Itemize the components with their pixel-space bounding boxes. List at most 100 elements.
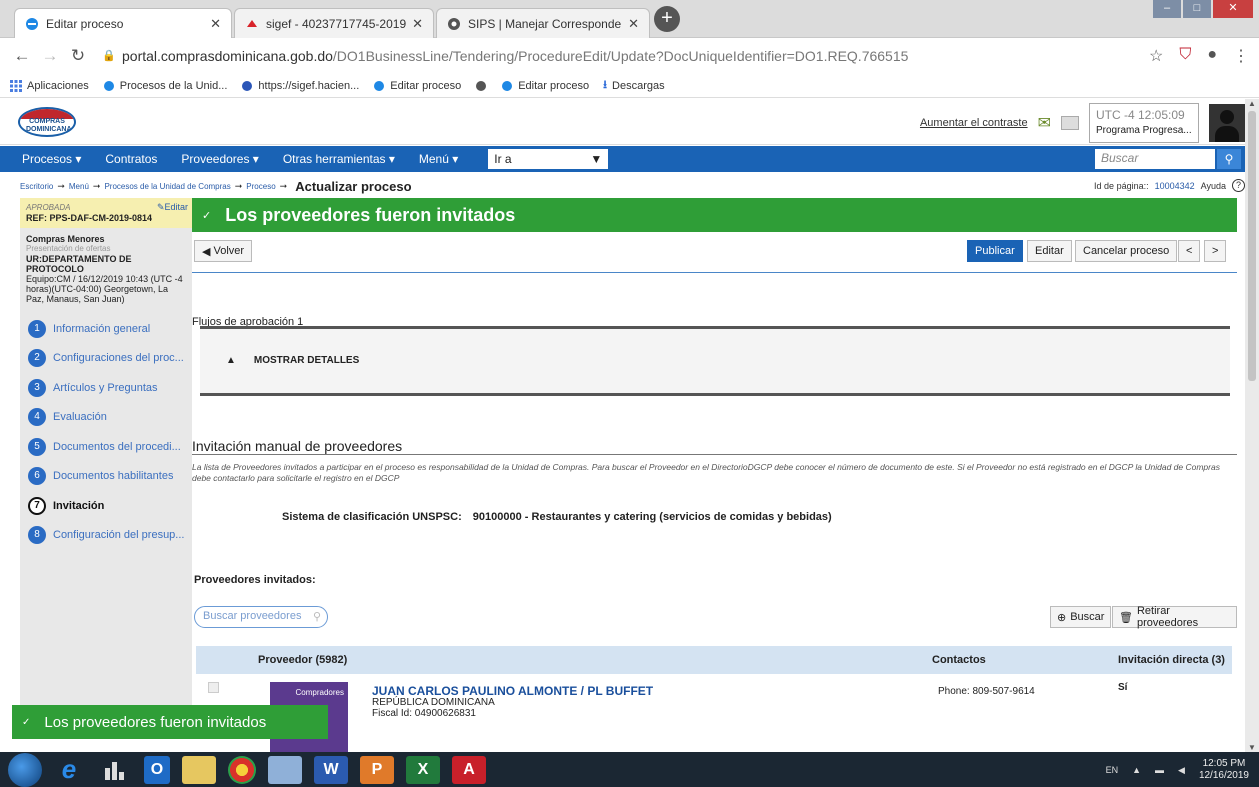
nav-proveedores[interactable]: Proveedores ▾ bbox=[181, 152, 258, 166]
task-manager-icon[interactable] bbox=[98, 756, 132, 784]
file-explorer-icon[interactable] bbox=[182, 755, 216, 784]
url-field[interactable]: portal.comprasdominicana.gob.do/DO1Busin… bbox=[122, 48, 1139, 64]
windows-start-icon[interactable] bbox=[8, 752, 42, 787]
profile-icon[interactable]: ● bbox=[1207, 46, 1217, 66]
back-button[interactable]: ◀ Volver bbox=[194, 240, 253, 262]
acrobat-icon[interactable]: A bbox=[452, 755, 486, 784]
maximize-icon[interactable]: □ bbox=[1183, 0, 1211, 18]
step-documentos-habilitantes[interactable]: 6 Documentos habilitantes bbox=[20, 462, 192, 492]
contrast-link[interactable]: Aumentar el contraste bbox=[920, 117, 1028, 129]
tray-arrow-icon[interactable]: ▲ bbox=[1132, 765, 1141, 775]
approval-flows-panel: ▲ MOSTRAR DETALLES bbox=[200, 326, 1230, 396]
edit-button[interactable]: Editar bbox=[1027, 240, 1072, 262]
browser-tab-sips[interactable]: SIPS | Manejar Correspondencia ✕ bbox=[436, 8, 650, 38]
close-icon[interactable]: ✕ bbox=[412, 16, 423, 32]
global-search-input[interactable]: Buscar bbox=[1095, 149, 1215, 169]
volume-icon[interactable]: ◀ bbox=[1178, 765, 1185, 776]
mail-icon[interactable]: ✉ bbox=[1038, 113, 1051, 133]
help-link[interactable]: Ayuda bbox=[1201, 181, 1226, 191]
reload-icon[interactable]: ↻ bbox=[66, 46, 90, 66]
close-icon[interactable]: ✕ bbox=[210, 16, 221, 32]
page-id-value[interactable]: 10004342 bbox=[1155, 181, 1195, 191]
row-checkbox[interactable] bbox=[208, 682, 219, 693]
minimize-icon[interactable]: – bbox=[1153, 0, 1181, 18]
inbox-icon[interactable] bbox=[1061, 116, 1079, 130]
bookmark-descargas[interactable]: ⭳ Descargas bbox=[603, 76, 664, 95]
provider-search-input[interactable]: Buscar proveedores ⚲ bbox=[194, 606, 328, 628]
compras-logo[interactable]: COMPRAS DOMINICANA bbox=[18, 107, 76, 137]
bookmark-sips[interactable] bbox=[475, 80, 487, 92]
divider bbox=[192, 454, 1237, 455]
nav-menu[interactable]: Menú ▾ bbox=[419, 152, 458, 166]
goto-select[interactable]: Ir a ▼ bbox=[488, 149, 609, 169]
bookmark-procesos[interactable]: Procesos de la Unid... bbox=[103, 80, 227, 92]
step-documentos-procedimiento[interactable]: 5 Documentos del procedi... bbox=[20, 432, 192, 462]
scroll-up-icon[interactable]: ▲ bbox=[1248, 99, 1256, 108]
search-icon[interactable]: ⚲ bbox=[1217, 149, 1241, 169]
browser-tab-sigef[interactable]: sigef - 40237717745-2019/0003 ✕ bbox=[234, 8, 434, 38]
bookmark-editar-1[interactable]: Editar proceso bbox=[373, 80, 461, 92]
scrollbar-thumb[interactable] bbox=[1248, 111, 1256, 381]
nav-procesos[interactable]: Procesos ▾ bbox=[22, 152, 81, 166]
browser-tab-editar[interactable]: Editar proceso ✕ bbox=[14, 8, 232, 38]
edit-link[interactable]: ✎Editar bbox=[157, 202, 188, 213]
prev-button[interactable]: < bbox=[1178, 240, 1201, 262]
scroll-down-icon[interactable]: ▼ bbox=[1248, 743, 1256, 752]
step-articulos[interactable]: 3 Artículos y Preguntas bbox=[20, 373, 192, 403]
forward-arrow-icon[interactable]: → bbox=[38, 46, 62, 66]
language-indicator[interactable]: EN bbox=[1106, 765, 1119, 775]
avatar[interactable] bbox=[1209, 104, 1245, 142]
star-icon[interactable]: ☆ bbox=[1149, 46, 1163, 66]
crumb-procesos[interactable]: Procesos de la Unidad de Compras bbox=[104, 182, 230, 191]
network-icon[interactable]: ▬ bbox=[1155, 765, 1164, 775]
step-presupuesto[interactable]: 8 Configuración del presup... bbox=[20, 521, 192, 551]
col-contacts[interactable]: Contactos bbox=[932, 654, 986, 666]
sigef-icon bbox=[247, 19, 257, 27]
crumb-proceso[interactable]: Proceso bbox=[246, 182, 275, 191]
nav-contratos[interactable]: Contratos bbox=[105, 152, 157, 166]
step-invitacion[interactable]: 7 Invitación bbox=[20, 491, 192, 521]
lock-icon: 🔒 bbox=[102, 50, 116, 62]
bookmark-sigef[interactable]: https://sigef.hacien... bbox=[241, 80, 359, 92]
page-scrollbar[interactable]: ▲ ▼ bbox=[1245, 99, 1259, 752]
bookmark-apps[interactable]: Aplicaciones bbox=[10, 79, 89, 92]
step-evaluacion[interactable]: 4 Evaluación bbox=[20, 403, 192, 433]
window-close-icon[interactable]: ✕ bbox=[1213, 0, 1253, 18]
cancel-process-button[interactable]: Cancelar proceso bbox=[1075, 240, 1178, 262]
close-icon[interactable]: ✕ bbox=[628, 16, 639, 32]
col-direct[interactable]: Invitación directa (3) bbox=[1118, 654, 1225, 666]
col-provider[interactable]: Proveedor (5982) bbox=[258, 654, 347, 666]
provider-name[interactable]: JUAN CARLOS PAULINO ALMONTE / PL BUFFET bbox=[372, 684, 653, 698]
remove-providers-button[interactable]: 🗑 Retirar proveedores bbox=[1112, 605, 1237, 629]
system-clock[interactable]: 12:05 PM 12/16/2019 bbox=[1199, 758, 1249, 782]
email-client-icon[interactable] bbox=[268, 755, 302, 784]
bookmark-editar-2[interactable]: Editar proceso bbox=[501, 80, 589, 92]
windows-taskbar: e O W P X A EN ▲ ▬ ◀ 12:05 PM 12/16/2019 bbox=[0, 752, 1259, 787]
outlook-icon[interactable]: O bbox=[144, 755, 170, 784]
ie-taskbar-icon[interactable]: e bbox=[52, 754, 86, 784]
powerpoint-icon[interactable]: P bbox=[360, 755, 394, 784]
nav-otras-herramientas[interactable]: Otras herramientas ▾ bbox=[283, 152, 395, 166]
status-card: APROBADA ✎Editar REF: PPS-DAF-CM-2019-08… bbox=[20, 198, 192, 228]
menu-dots-icon[interactable]: ⋮ bbox=[1233, 46, 1249, 66]
process-type: Compras Menores bbox=[26, 234, 105, 244]
show-details-toggle[interactable]: ▲ MOSTRAR DETALLES bbox=[226, 355, 359, 366]
crumb-menu[interactable]: Menú bbox=[69, 182, 89, 191]
excel-icon[interactable]: X bbox=[406, 755, 440, 784]
sips-icon bbox=[448, 17, 460, 30]
next-button[interactable]: > bbox=[1204, 240, 1227, 262]
arrow-right-icon: ➞ bbox=[234, 180, 243, 191]
back-arrow-icon[interactable]: ← bbox=[10, 46, 34, 66]
ublock-icon[interactable]: ⛉ bbox=[1179, 46, 1191, 66]
chrome-icon[interactable] bbox=[228, 755, 256, 784]
user-box[interactable]: UTC -4 12:05:09 Programa Progresa... bbox=[1089, 103, 1199, 143]
step-informacion-general[interactable]: 1 Información general bbox=[20, 314, 192, 344]
word-icon[interactable]: W bbox=[314, 755, 348, 784]
search-providers-button[interactable]: ⊕ Buscar bbox=[1050, 606, 1112, 628]
crumb-escritorio[interactable]: Escritorio bbox=[20, 182, 53, 191]
publish-button[interactable]: Publicar bbox=[967, 240, 1023, 262]
success-toast[interactable]: ✓ Los proveedores fueron invitados bbox=[12, 705, 328, 739]
new-tab-button[interactable]: + bbox=[654, 6, 680, 32]
step-configuraciones[interactable]: 2 Configuraciones del proc... bbox=[20, 344, 192, 374]
help-icon[interactable]: ? bbox=[1232, 179, 1245, 192]
